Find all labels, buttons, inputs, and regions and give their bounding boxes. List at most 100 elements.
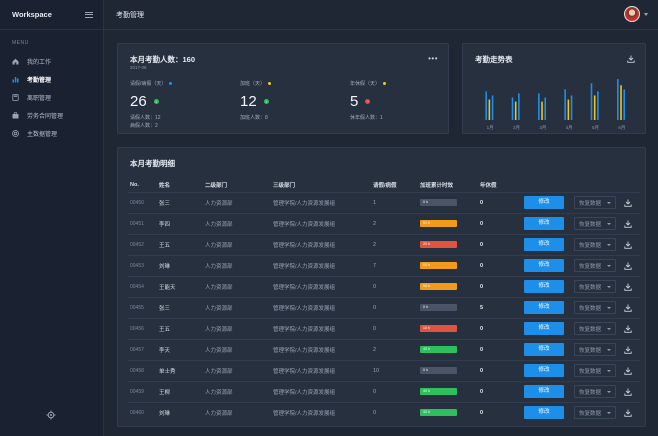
sidebar-item-1[interactable]: 我的工作 bbox=[0, 52, 103, 70]
download-icon[interactable] bbox=[624, 409, 632, 417]
restore-data-select[interactable]: 恢复数据 bbox=[574, 364, 616, 377]
edit-button[interactable]: 修改 bbox=[524, 385, 564, 398]
cell-dept2: 人力资源部 bbox=[203, 212, 271, 234]
cell-no: 00460 bbox=[128, 401, 157, 423]
cell-edit: 修改 bbox=[522, 191, 572, 213]
avatar[interactable] bbox=[624, 6, 640, 22]
chevron-down-icon bbox=[607, 201, 611, 204]
edit-button[interactable]: 修改 bbox=[524, 259, 564, 272]
download-icon[interactable] bbox=[624, 346, 632, 354]
table-row: 00457 李天 人力资源部 管理学院/人力资源发展组 2 40 h 0 修改 恢复数据 bbox=[128, 338, 640, 360]
cell-overtime: 0 h bbox=[418, 191, 478, 213]
sidebar-item-label: 我的工作 bbox=[27, 59, 52, 66]
edit-button[interactable]: 修改 bbox=[524, 406, 564, 420]
status-badge: • bbox=[153, 99, 159, 104]
overtime-bar: 60 h bbox=[420, 262, 457, 269]
cell-overtime: 40 h bbox=[418, 401, 478, 423]
cell-annual: 0 bbox=[478, 212, 522, 234]
cell-name: 王五 bbox=[157, 317, 203, 339]
column-header: 加班累计时效 bbox=[420, 182, 454, 189]
calculator-icon bbox=[12, 93, 19, 101]
cell-name: 王五 bbox=[157, 233, 203, 255]
overtime-bar: 0 h bbox=[420, 199, 457, 206]
chevron-down-icon bbox=[607, 306, 611, 309]
restore-data-select[interactable]: 恢复数据 bbox=[574, 196, 616, 209]
trend-bar bbox=[623, 89, 626, 120]
edit-button[interactable]: 修改 bbox=[524, 196, 564, 209]
cell-edit: 修改 bbox=[522, 317, 572, 339]
table-row: 00460 刘琳 人力资源部 管理学院/人力资源发展组 0 40 h 0 修改 恢复数据 bbox=[128, 401, 640, 423]
download-icon[interactable] bbox=[624, 262, 632, 270]
edit-button[interactable]: 修改 bbox=[524, 364, 564, 377]
cell-restore: 恢复数据 bbox=[572, 233, 622, 255]
table-body: 00450 张三 人力资源部 管理学院/人力资源发展组 1 0 h 0 修改 恢复数据 00451… bbox=[128, 191, 640, 423]
trend-x-tick: 3月 bbox=[539, 125, 546, 131]
download-icon[interactable] bbox=[624, 241, 632, 249]
restore-data-select[interactable]: 恢复数据 bbox=[574, 343, 616, 356]
download-icon[interactable] bbox=[624, 220, 632, 228]
column-header: 二级部门 bbox=[205, 182, 228, 189]
cell-dept3: 管理学院/人力资源发展组 bbox=[271, 254, 371, 276]
download-icon[interactable] bbox=[624, 283, 632, 291]
detail-title: 本月考勤明细 bbox=[130, 159, 175, 168]
cell-no: 00452 bbox=[128, 233, 157, 255]
stat-label: 请假/病假（天） bbox=[130, 80, 173, 87]
cell-download bbox=[622, 380, 640, 402]
restore-label: 恢复数据 bbox=[579, 200, 602, 207]
gear-icon[interactable] bbox=[46, 410, 56, 420]
download-icon[interactable] bbox=[624, 325, 632, 333]
restore-label: 恢复数据 bbox=[579, 389, 602, 396]
chevron-down-icon[interactable] bbox=[644, 13, 648, 16]
attendance-table: No. 姓名 二级部门 三级部门 请假/病假 加班累计时效 年休假 00450 张三 人力资源部… bbox=[128, 178, 640, 423]
trend-bar bbox=[620, 85, 622, 120]
cell-dept3: 管理学院/人力资源发展组 bbox=[271, 401, 371, 423]
edit-button[interactable]: 修改 bbox=[524, 280, 564, 293]
stat-sub-1: 加班人数：8 bbox=[240, 115, 268, 121]
edit-button[interactable]: 修改 bbox=[524, 343, 564, 356]
sidebar-item-label: 考勤管理 bbox=[27, 77, 52, 84]
cell-leave: 2 bbox=[371, 212, 418, 234]
menu-toggle-icon[interactable] bbox=[85, 11, 93, 18]
sidebar-item-3[interactable]: 离职管理 bbox=[0, 88, 103, 106]
cell-annual: 5 bbox=[478, 296, 522, 318]
cell-annual: 0 bbox=[478, 191, 522, 213]
restore-data-select[interactable]: 恢复数据 bbox=[574, 217, 616, 230]
restore-data-select[interactable]: 恢复数据 bbox=[574, 238, 616, 251]
edit-button[interactable]: 修改 bbox=[524, 238, 564, 251]
sidebar-item-2[interactable]: 考勤管理 bbox=[0, 70, 103, 88]
download-icon[interactable] bbox=[624, 304, 632, 312]
restore-data-select[interactable]: 恢复数据 bbox=[574, 259, 616, 272]
sidebar-item-5[interactable]: 主数据管理 bbox=[0, 124, 103, 142]
cell-restore: 恢复数据 bbox=[572, 296, 622, 318]
cell-dept2: 人力资源部 bbox=[203, 296, 271, 318]
cell-dept2: 人力资源部 bbox=[203, 359, 271, 381]
download-icon[interactable] bbox=[624, 367, 632, 375]
sidebar-item-label: 劳务合同管理 bbox=[27, 113, 64, 120]
edit-button[interactable]: 修改 bbox=[524, 301, 564, 314]
cell-dept3: 管理学院/人力资源发展组 bbox=[271, 380, 371, 402]
restore-data-select[interactable]: 恢复数据 bbox=[574, 406, 616, 420]
sidebar-item-4[interactable]: 劳务合同管理 bbox=[0, 106, 103, 124]
table-row: 00452 王五 人力资源部 管理学院/人力资源发展组 2 20 h 0 修改 恢复数据 bbox=[128, 233, 640, 255]
trend-bar bbox=[564, 89, 566, 120]
chevron-down-icon bbox=[607, 285, 611, 288]
download-icon[interactable] bbox=[624, 199, 632, 207]
restore-data-select[interactable]: 恢复数据 bbox=[574, 301, 616, 314]
cell-dept2: 人力资源部 bbox=[203, 401, 271, 423]
cell-dept2: 人力资源部 bbox=[203, 338, 271, 360]
cell-no: 00453 bbox=[128, 254, 157, 276]
cell-annual: 0 bbox=[478, 380, 522, 402]
restore-data-select[interactable]: 恢复数据 bbox=[574, 322, 616, 335]
stat-block-1: 请假/病假（天） 26 • 请假人数：12 病假人数：2 bbox=[130, 80, 173, 130]
edit-button[interactable]: 修改 bbox=[524, 322, 564, 335]
download-icon[interactable] bbox=[627, 55, 635, 63]
cell-no: 00457 bbox=[128, 338, 157, 360]
cell-dept2: 人力资源部 bbox=[203, 380, 271, 402]
edit-button[interactable]: 修改 bbox=[524, 217, 564, 230]
download-icon[interactable] bbox=[624, 388, 632, 396]
cell-no: 00454 bbox=[128, 275, 157, 297]
cell-dept3: 管理学院/人力资源发展组 bbox=[271, 275, 371, 297]
more-icon[interactable]: ••• bbox=[428, 54, 438, 63]
restore-data-select[interactable]: 恢复数据 bbox=[574, 280, 616, 293]
restore-data-select[interactable]: 恢复数据 bbox=[574, 385, 616, 398]
